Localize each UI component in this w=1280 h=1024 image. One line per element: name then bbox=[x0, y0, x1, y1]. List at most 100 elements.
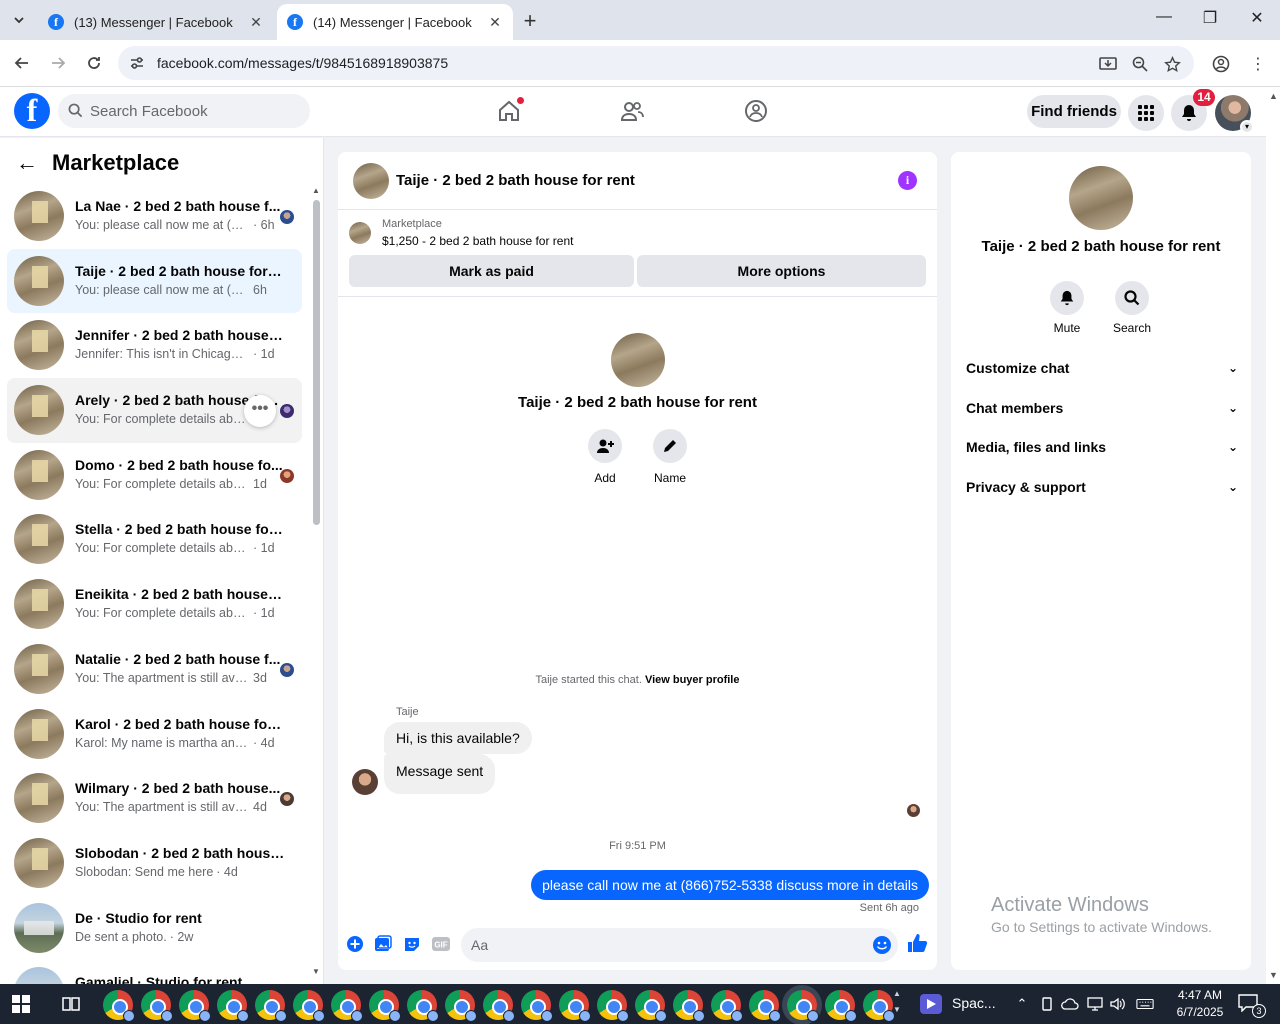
chrome-taskbar-icon[interactable] bbox=[407, 990, 439, 1022]
attach-photo-button[interactable] bbox=[373, 934, 393, 954]
message-input-box[interactable] bbox=[461, 928, 898, 962]
zoom-icon[interactable] bbox=[1129, 53, 1151, 75]
more-options-icon[interactable]: ••• bbox=[244, 395, 276, 428]
conversation-item[interactable]: Gamaliel · Studio for rent bbox=[7, 960, 302, 984]
conversation-item[interactable]: Natalie · 2 bed 2 bath house f... You: Th… bbox=[7, 637, 302, 702]
mute-action[interactable]: Mute bbox=[1037, 281, 1097, 335]
device-icon[interactable] bbox=[1038, 995, 1056, 1013]
customize-chat-row[interactable]: Customize chat ⌄ bbox=[966, 356, 1238, 380]
scroll-up-icon[interactable]: ▲ bbox=[1269, 91, 1278, 101]
chrome-taskbar-icon[interactable] bbox=[483, 990, 515, 1022]
close-tab-icon[interactable]: ✕ bbox=[487, 14, 503, 31]
facebook-search-input[interactable] bbox=[90, 94, 300, 128]
info-icon[interactable]: i bbox=[898, 171, 917, 190]
chrome-taskbar-icon[interactable] bbox=[141, 990, 173, 1022]
conversation-item[interactable]: Eneikita · 2 bed 2 bath house fo... You: … bbox=[7, 572, 302, 637]
windows-start-icon[interactable] bbox=[12, 995, 30, 1013]
scroll-up-icon[interactable]: ▲ bbox=[312, 186, 320, 195]
task-view-icon[interactable] bbox=[61, 995, 81, 1013]
browser-tab-1[interactable]: f (13) Messenger | Facebook ✕ bbox=[38, 4, 274, 40]
chrome-taskbar-icon[interactable] bbox=[369, 990, 401, 1022]
more-actions-button[interactable] bbox=[345, 934, 365, 954]
name-chat-action[interactable]: Name bbox=[640, 429, 700, 485]
emoji-icon[interactable] bbox=[872, 935, 892, 955]
tab-search-button[interactable] bbox=[6, 7, 32, 33]
listing-thumbnail[interactable] bbox=[349, 222, 371, 244]
chrome-taskbar-icon[interactable] bbox=[179, 990, 211, 1022]
taskbar-app-label[interactable]: Spac... bbox=[952, 995, 996, 1011]
taskbar-clock[interactable]: 4:47 AM 6/7/2025 bbox=[1160, 987, 1240, 1021]
gif-button[interactable]: GIF bbox=[431, 934, 451, 954]
privacy-support-row[interactable]: Privacy & support ⌄ bbox=[966, 475, 1238, 499]
action-center-button[interactable]: 3 bbox=[1238, 994, 1266, 1018]
back-arrow-icon[interactable]: ← bbox=[16, 150, 38, 176]
mark-as-paid-button[interactable]: Mark as paid bbox=[349, 255, 634, 287]
chrome-taskbar-icon[interactable] bbox=[521, 990, 553, 1022]
scroll-down-icon[interactable]: ▼ bbox=[312, 967, 320, 976]
close-tab-icon[interactable]: ✕ bbox=[248, 14, 264, 31]
chrome-taskbar-icon[interactable] bbox=[673, 990, 705, 1022]
chrome-taskbar-icon[interactable] bbox=[331, 990, 363, 1022]
facebook-logo-icon[interactable]: f bbox=[14, 93, 50, 129]
zoom-app-icon[interactable] bbox=[920, 994, 942, 1014]
facebook-search[interactable] bbox=[58, 94, 310, 128]
conversation-item[interactable]: Wilmary · 2 bed 2 bath house... You: The … bbox=[7, 766, 302, 831]
chrome-taskbar-icon[interactable] bbox=[787, 990, 819, 1022]
chrome-taskbar-icon[interactable] bbox=[711, 990, 743, 1022]
restore-button[interactable]: ❐ bbox=[1198, 8, 1222, 28]
search-chat-action[interactable]: Search bbox=[1102, 281, 1162, 335]
view-buyer-profile-link[interactable]: View buyer profile bbox=[645, 674, 740, 686]
chat-avatar[interactable] bbox=[353, 163, 389, 199]
media-files-links-row[interactable]: Media, files and links ⌄ bbox=[966, 435, 1238, 459]
incoming-message[interactable]: Message sent bbox=[384, 754, 496, 794]
conversation-item[interactable]: Stella · 2 bed 2 bath house for r... You:… bbox=[7, 507, 302, 572]
browser-tab-2[interactable]: f (14) Messenger | Facebook ✕ bbox=[277, 4, 513, 40]
bookmark-star-icon[interactable] bbox=[1161, 53, 1183, 75]
chrome-taskbar-icon[interactable] bbox=[445, 990, 477, 1022]
keyboard-icon[interactable] bbox=[1136, 995, 1154, 1013]
chrome-taskbar-icon[interactable] bbox=[293, 990, 325, 1022]
conversation-item[interactable]: Jennifer · 2 bed 2 bath house fo... Jenni… bbox=[7, 313, 302, 378]
close-window-button[interactable]: ✕ bbox=[1245, 8, 1269, 28]
scroll-down-icon[interactable]: ▼ bbox=[1269, 970, 1278, 980]
account-avatar[interactable]: ▾ bbox=[1215, 95, 1254, 134]
volume-icon[interactable] bbox=[1109, 995, 1127, 1013]
site-settings-icon[interactable] bbox=[128, 54, 146, 72]
add-people-action[interactable]: Add bbox=[575, 429, 635, 485]
chat-title[interactable]: Taije · 2 bed 2 bath house for rent bbox=[396, 172, 635, 189]
menu-grid-button[interactable] bbox=[1128, 95, 1164, 131]
back-button[interactable] bbox=[10, 51, 34, 75]
page-scrollbar[interactable]: ▲ ▼ bbox=[1266, 87, 1280, 984]
chrome-taskbar-icon[interactable] bbox=[255, 990, 287, 1022]
reload-button[interactable] bbox=[82, 51, 106, 75]
minimize-button[interactable]: — bbox=[1152, 8, 1176, 26]
network-icon[interactable] bbox=[1086, 995, 1104, 1013]
cloud-icon[interactable] bbox=[1061, 995, 1079, 1013]
chrome-taskbar-icon[interactable] bbox=[749, 990, 781, 1022]
chrome-taskbar-icon[interactable] bbox=[217, 990, 249, 1022]
chrome-taskbar-icon[interactable] bbox=[863, 990, 895, 1022]
chrome-taskbar-icon[interactable] bbox=[597, 990, 629, 1022]
browser-menu-icon[interactable]: ⋮ bbox=[1247, 53, 1269, 75]
sticker-button[interactable] bbox=[402, 934, 422, 954]
conversation-item[interactable]: Arely · 2 bed 2 bath house fo... You: For… bbox=[7, 378, 302, 443]
scrollbar-thumb[interactable] bbox=[313, 200, 320, 525]
chrome-taskbar-icon[interactable] bbox=[103, 990, 135, 1022]
incoming-message[interactable]: Hi, is this available? bbox=[384, 722, 532, 754]
conversation-item[interactable]: La Nae · 2 bed 2 bath house f... You: ple… bbox=[7, 184, 302, 249]
forward-button[interactable] bbox=[46, 51, 70, 75]
message-input[interactable] bbox=[471, 928, 851, 962]
chrome-taskbar-icon[interactable] bbox=[635, 990, 667, 1022]
like-button[interactable] bbox=[906, 932, 928, 954]
show-hidden-icons-icon[interactable]: ⌃ bbox=[1013, 995, 1031, 1013]
conversation-item[interactable]: De · Studio for rent De sent a photo. · 2w bbox=[7, 896, 302, 961]
profile-icon[interactable] bbox=[1210, 53, 1232, 75]
address-bar[interactable]: facebook.com/messages/t/9845168918903875 bbox=[118, 46, 1194, 80]
find-friends-button[interactable]: Find friends bbox=[1027, 95, 1121, 128]
chat-members-row[interactable]: Chat members ⌄ bbox=[966, 396, 1238, 420]
friends-icon[interactable] bbox=[619, 98, 645, 124]
chrome-taskbar-icon[interactable] bbox=[825, 990, 857, 1022]
outgoing-message[interactable]: please call now me at (866)752-5338 disc… bbox=[531, 870, 929, 900]
sender-avatar[interactable] bbox=[352, 769, 378, 795]
groups-icon[interactable] bbox=[743, 98, 769, 124]
